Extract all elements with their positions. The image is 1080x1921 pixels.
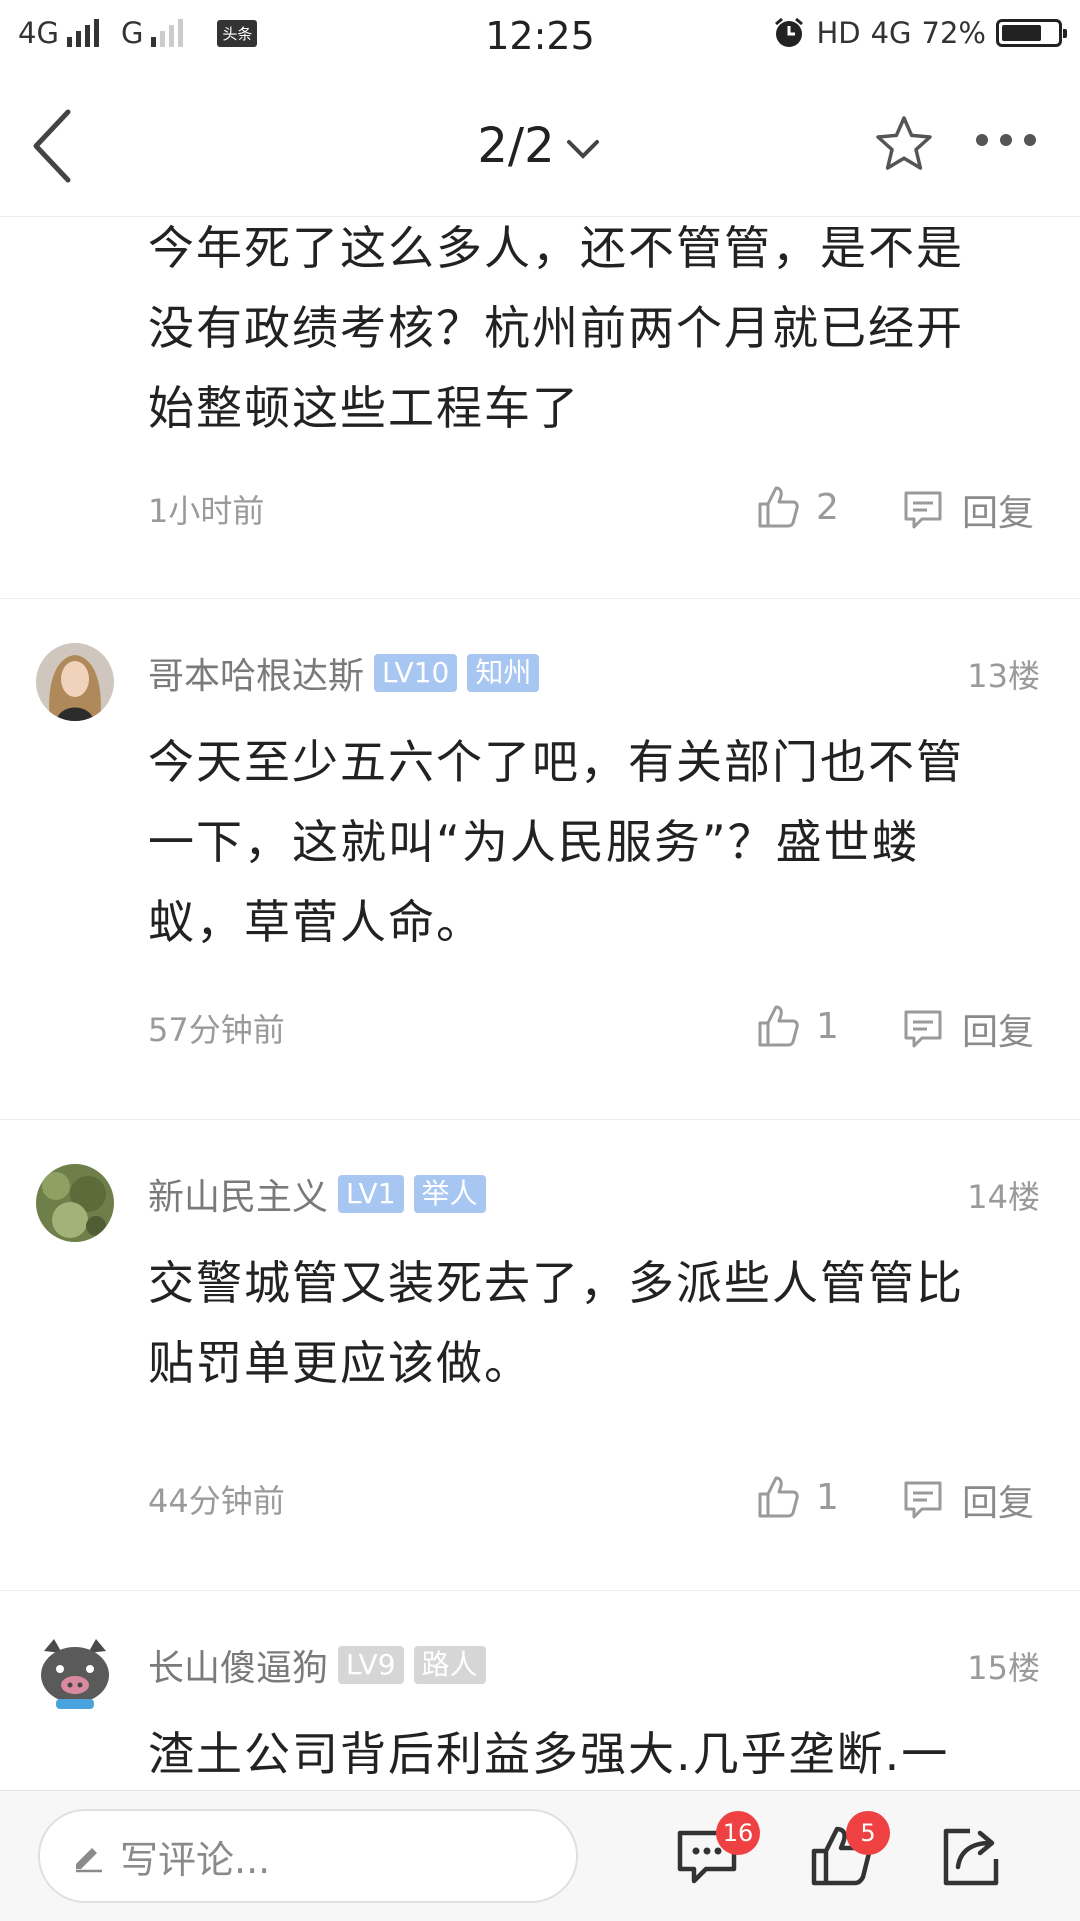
bottom-bar: 写评论... 16 5 — [0, 1790, 1080, 1921]
battery-percent: 72% — [921, 16, 986, 50]
thumbs-up-icon — [758, 1476, 799, 1518]
comments-button[interactable]: 16 — [672, 1811, 760, 1891]
more-options-icon[interactable] — [976, 134, 1036, 146]
title-badge: 举人 — [413, 1175, 486, 1213]
comment-time: 44分钟前 — [148, 1482, 285, 1520]
title-badge: 路人 — [413, 1646, 486, 1684]
comment-user: 长山傻逼狗 LV9 路人 — [148, 1639, 486, 1691]
comment-text: 今天至少五六个了吧，有关部门也不管一下，这就叫“为人民服务”？盛世蝼蚁，草菅人命… — [148, 735, 964, 949]
like-count: 1 — [816, 1005, 839, 1047]
floor-number: 13楼 — [967, 657, 1040, 695]
reply-label: 回复 — [962, 493, 1035, 534]
like-button[interactable]: 1 — [756, 1474, 839, 1520]
share-icon — [943, 1828, 999, 1886]
divider — [0, 598, 1080, 599]
divider — [0, 1119, 1080, 1120]
username[interactable]: 新山民主义 — [148, 1168, 328, 1220]
reply-comment-icon — [904, 1481, 942, 1519]
like-button[interactable]: 2 — [756, 484, 839, 530]
share-button[interactable] — [936, 1821, 1006, 1891]
username[interactable]: 长山傻逼狗 — [148, 1639, 328, 1691]
comment-time: 57分钟前 — [148, 1011, 285, 1049]
reply-label: 回复 — [962, 1012, 1035, 1053]
avatar[interactable] — [36, 1164, 114, 1242]
comment-text: 渣土公司背后利益多强大.几乎垄断.一 — [148, 1727, 950, 1781]
pencil-icon — [76, 1848, 102, 1873]
comment-text: 交警城管又装死去了，多派些人管管比贴罚单更应该做。 — [148, 1256, 964, 1390]
avatar[interactable] — [36, 1635, 114, 1713]
thumbs-up-icon — [758, 486, 799, 528]
comment-time: 1小时前 — [148, 492, 265, 530]
level-badge: LV1 — [338, 1175, 404, 1213]
like-article-button[interactable]: 5 — [806, 1811, 890, 1891]
avatar[interactable] — [36, 643, 114, 721]
comment-list: 今年死了这么多人，还不管管，是不是没有政绩考核？杭州前两个月就已经开始整顿这些工… — [0, 216, 1080, 1790]
title-badge: 知州 — [467, 654, 540, 692]
write-comment-input[interactable]: 写评论... — [38, 1809, 578, 1903]
level-badge: LV10 — [374, 654, 458, 692]
top-nav-bar: 2/2 — [0, 76, 1080, 217]
comment-user: 新山民主义 LV1 举人 — [148, 1168, 486, 1220]
reply-label: 回复 — [962, 1483, 1035, 1524]
page-indicator-label: 2/2 — [477, 118, 555, 174]
status-right: HD 4G 72% — [772, 16, 1067, 50]
status-bar: 4G G 头条 12:25 HD 4G 72% — [0, 0, 1080, 76]
like-count-badge: 5 — [846, 1811, 890, 1855]
reply-button[interactable]: 回复 — [900, 1474, 1034, 1526]
like-count: 2 — [816, 486, 839, 528]
floor-number: 14楼 — [967, 1178, 1040, 1216]
comment-text: 今年死了这么多人，还不管管，是不是没有政绩考核？杭州前两个月就已经开始整顿这些工… — [148, 221, 964, 435]
reply-button[interactable]: 回复 — [900, 484, 1034, 536]
divider — [0, 1590, 1080, 1591]
chevron-down-icon — [566, 140, 599, 159]
username[interactable]: 哥本哈根达斯 — [148, 647, 364, 699]
star-icon[interactable] — [872, 112, 936, 176]
reply-comment-icon — [904, 1010, 942, 1048]
comment-user: 哥本哈根达斯 LV10 知州 — [148, 647, 540, 699]
like-button[interactable]: 1 — [756, 1003, 839, 1049]
like-count: 1 — [816, 1476, 839, 1518]
level-badge: LV9 — [338, 1646, 404, 1684]
comment-count-badge: 16 — [716, 1811, 760, 1855]
floor-number: 15楼 — [967, 1649, 1040, 1687]
thumbs-up-icon — [758, 1005, 799, 1047]
reply-comment-icon — [904, 491, 942, 529]
network-label-3: 4G — [870, 16, 912, 50]
write-comment-placeholder: 写评论... — [120, 1837, 271, 1882]
alarm-icon — [775, 17, 804, 47]
hd-label: HD — [816, 16, 861, 50]
reply-button[interactable]: 回复 — [900, 1003, 1034, 1055]
battery-icon — [996, 19, 1067, 47]
